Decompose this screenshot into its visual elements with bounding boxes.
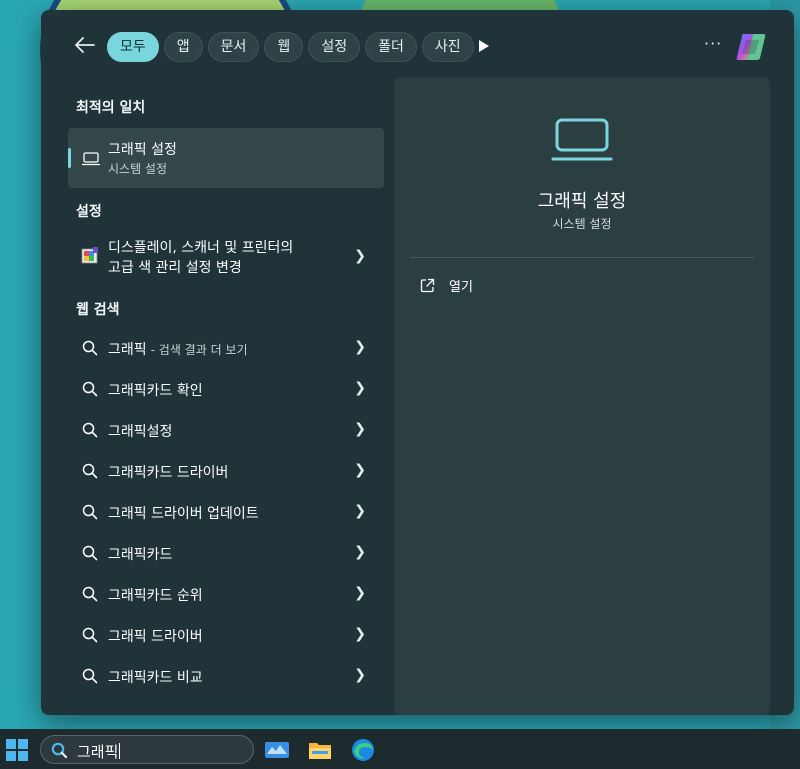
text-caret: [119, 743, 121, 759]
web-search-item[interactable]: 그래픽 - 검색 결과 더 보기 ❯: [68, 328, 384, 368]
tab-apps[interactable]: 앱: [163, 32, 203, 62]
preview-pane: 그래픽 설정 시스템 설정 열기: [394, 77, 770, 715]
play-icon[interactable]: [479, 40, 489, 52]
open-external-icon: [420, 278, 435, 292]
search-panel: 모두 앱 문서 웹 설정 폴더 사진 ··· 최적의 일치 그래픽 설정 시스템…: [41, 10, 794, 715]
search-icon: [82, 627, 98, 643]
chevron-right-icon: ❯: [354, 380, 366, 396]
search-icon: [82, 668, 98, 684]
tab-web[interactable]: 웹: [264, 32, 304, 62]
windows-start-icon[interactable]: [6, 739, 28, 761]
color-management-icon: [81, 247, 98, 264]
search-icon: [82, 463, 98, 479]
section-web-search: 웹 검색: [76, 302, 120, 318]
settings-item-line2: 고급 색 관리 설정 변경: [108, 260, 242, 276]
selection-indicator: [68, 148, 71, 168]
chevron-right-icon: ❯: [354, 585, 366, 601]
chevron-right-icon: ❯: [354, 248, 366, 264]
web-search-item[interactable]: 그래픽카드 확인 ❯: [68, 369, 384, 409]
settings-item-line1: 디스플레이, 스캐너 및 프린터의: [108, 240, 294, 256]
web-search-query: 그래픽 드라이버: [108, 629, 203, 645]
laptop-icon: [82, 152, 100, 166]
filter-tabs: 모두 앱 문서 웹 설정 폴더 사진: [107, 32, 474, 62]
query-suffix: - 검색 결과 더 보기: [150, 343, 248, 357]
open-label: 열기: [449, 279, 473, 295]
tab-settings[interactable]: 설정: [308, 32, 361, 62]
search-icon: [82, 340, 98, 356]
search-icon: [82, 504, 98, 520]
edge-icon[interactable]: [350, 737, 376, 763]
query-text: 그래픽: [108, 342, 147, 358]
back-button[interactable]: [74, 34, 100, 60]
file-explorer-icon[interactable]: [307, 737, 333, 763]
section-best-match: 최적의 일치: [76, 100, 146, 116]
weather-icon[interactable]: [264, 737, 290, 763]
tab-photos[interactable]: 사진: [421, 32, 474, 62]
preview-subtitle: 시스템 설정: [552, 217, 612, 231]
web-search-item[interactable]: 그래픽설정 ❯: [68, 410, 384, 450]
settings-item[interactable]: 디스플레이, 스캐너 및 프린터의 고급 색 관리 설정 변경 ❯: [68, 236, 384, 280]
tab-all[interactable]: 모두: [107, 32, 159, 62]
back-arrow-icon: [75, 37, 95, 53]
chevron-right-icon: ❯: [354, 544, 366, 560]
web-search-item[interactable]: 그래픽카드 ❯: [68, 533, 384, 573]
search-icon: [82, 381, 98, 397]
chevron-right-icon: ❯: [354, 626, 366, 642]
preview-title: 그래픽 설정: [537, 191, 627, 212]
web-search-query: 그래픽카드 비교: [108, 670, 203, 686]
laptop-icon: [551, 118, 613, 161]
chevron-right-icon: ❯: [354, 503, 366, 519]
more-options-button[interactable]: ···: [704, 34, 722, 53]
search-icon: [51, 742, 68, 759]
best-match-title: 그래픽 설정: [108, 142, 177, 158]
best-match-item[interactable]: 그래픽 설정 시스템 설정: [68, 128, 384, 188]
search-icon: [82, 422, 98, 438]
web-search-query: 그래픽카드 순위: [108, 588, 203, 604]
divider: [410, 257, 754, 258]
search-icon: [82, 545, 98, 561]
web-search-query: 그래픽카드: [108, 547, 173, 563]
best-match-subtitle: 시스템 설정: [108, 162, 168, 176]
settings-item-label: 디스플레이, 스캐너 및 프린터의 고급 색 관리 설정 변경: [108, 238, 293, 278]
web-search-query: 그래픽 드라이버 업데이트: [108, 506, 259, 522]
taskbar-search-box[interactable]: 그래픽: [40, 735, 254, 764]
tab-documents[interactable]: 문서: [207, 32, 260, 62]
web-search-item[interactable]: 그래픽카드 순위 ❯: [68, 574, 384, 614]
web-search-item[interactable]: 그래픽 드라이버 ❯: [68, 615, 384, 655]
web-search-query: 그래픽카드 드라이버: [108, 465, 229, 481]
chevron-right-icon: ❯: [354, 421, 366, 437]
web-search-query: 그래픽카드 확인: [108, 383, 203, 399]
web-search-item[interactable]: 그래픽카드 드라이버 ❯: [68, 451, 384, 491]
chevron-right-icon: ❯: [354, 339, 366, 355]
taskbar: 그래픽: [0, 729, 800, 769]
search-text: 그래픽: [77, 743, 119, 761]
search-icon: [82, 586, 98, 602]
section-settings: 설정: [76, 204, 102, 220]
web-search-query: 그래픽설정: [108, 424, 173, 440]
open-button[interactable]: 열기: [420, 275, 473, 295]
web-search-item[interactable]: 그래픽 드라이버 업데이트 ❯: [68, 492, 384, 532]
taskbar-search-input[interactable]: 그래픽: [77, 741, 121, 762]
filter-bar: 모두 앱 문서 웹 설정 폴더 사진 ···: [41, 10, 794, 84]
chevron-right-icon: ❯: [354, 667, 366, 683]
copilot-icon[interactable]: [735, 32, 767, 62]
web-search-item[interactable]: 그래픽카드 비교 ❯: [68, 656, 384, 696]
tab-folders[interactable]: 폴더: [365, 32, 417, 62]
chevron-right-icon: ❯: [354, 462, 366, 478]
web-search-query: 그래픽 - 검색 결과 더 보기: [108, 339, 248, 359]
